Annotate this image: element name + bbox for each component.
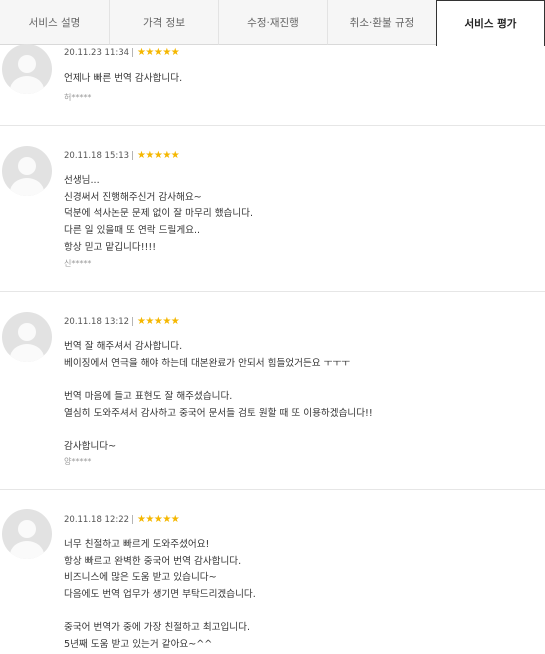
review-text: 번역 잘 해주셔서 감사합니다. 베이징에서 연극을 해야 하는데 대본완료가 … [64,339,373,456]
review-line: 너무 친절하고 빠르게 도와주셨어요! [64,539,210,550]
review-line: 선생님... [64,175,100,186]
tab-service-description[interactable]: 서비스 설명 [0,0,110,45]
review-line: 번역 잘 해주셔서 감사합니다. [64,341,183,352]
review-line: 중국어 번역가 중에 가장 친절하고 최고입니다. [64,622,250,634]
separator: | [131,47,134,58]
tab-price-info[interactable]: 가격 정보 [110,0,219,45]
review-author: 신***** [64,259,92,268]
avatar [2,509,52,559]
review-author: 허***** [64,93,92,102]
separator: | [131,150,134,161]
tab-refund-policy[interactable]: 취소·환불 규정 [328,0,437,45]
review-meta: 20.11.23 11:34 | ★★★★★ [64,47,180,58]
review-date: 20.11.23 11:34 [64,47,130,58]
review-line [64,372,373,389]
review-line: 열심히 도와주셔서 감사하고 중국어 문서들 검토 원할 때 또 이용하겠습니다… [64,407,373,419]
star-rating-icon: ★★★★★ [136,514,180,525]
avatar [2,146,52,196]
review-line: 신경써서 진행해주신거 감사해요~ [64,191,202,203]
review-line: 번역 마음에 들고 표현도 잘 해주셨습니다. [64,391,233,403]
review-date: 20.11.18 15:13 [64,150,130,161]
review-text: 언제나 빠른 번역 감사합니다. [64,71,182,88]
tab-service-review[interactable]: 서비스 평가 [436,0,545,46]
review-line: 항상 믿고 맡깁니다!!!! [64,241,157,253]
divider [0,125,545,126]
review-line [64,604,256,621]
review-line: 덕분에 석사논문 문제 없이 잘 마무리 했습니다. [64,208,254,220]
avatar [2,312,52,362]
review-line [64,422,373,439]
review-line: 항상 빠르고 완벽한 중국어 번역 감사합니다. [64,555,242,567]
review-line: 감사합니다~ [64,441,117,453]
review-meta: 20.11.18 12:22 | ★★★★★ [64,514,180,525]
avatar [2,44,52,94]
review-line: 5년째 도움 받고 있는거 같아요~^^ [64,639,213,651]
star-rating-icon: ★★★★★ [136,47,180,58]
review-line: 베이징에서 연극을 해야 하는데 대본완료가 안되서 힘들었거든요 ㅜㅜㅜ [64,357,351,369]
review-line: 다음에도 번역 업무가 생기면 부탁드리겠습니다. [64,589,256,601]
review-date: 20.11.18 13:12 [64,316,130,327]
review-meta: 20.11.18 15:13 | ★★★★★ [64,150,180,161]
tab-bar: 서비스 설명 가격 정보 수정·재진행 취소·환불 규정 서비스 평가 [0,0,545,46]
separator: | [131,316,134,327]
review-meta: 20.11.18 13:12 | ★★★★★ [64,316,180,327]
divider [0,291,545,292]
star-rating-icon: ★★★★★ [136,316,180,327]
review-line: 비즈니스에 많은 도움 받고 있습니다~ [64,572,217,584]
review-text: 너무 친절하고 빠르게 도와주셨어요! 항상 빠르고 완벽한 중국어 번역 감사… [64,537,256,654]
review-line: 다른 일 있을때 또 연락 드릴게요.. [64,225,201,237]
separator: | [131,514,134,525]
tab-revision[interactable]: 수정·재진행 [219,0,328,45]
review-line: 언제나 빠른 번역 감사합니다. [64,73,183,84]
divider [0,489,545,490]
star-rating-icon: ★★★★★ [136,150,180,161]
review-text: 선생님... 신경써서 진행해주신거 감사해요~ 덕분에 석사논문 문제 없이 … [64,173,253,256]
review-date: 20.11.18 12:22 [64,514,130,525]
review-author: 양***** [64,457,92,466]
